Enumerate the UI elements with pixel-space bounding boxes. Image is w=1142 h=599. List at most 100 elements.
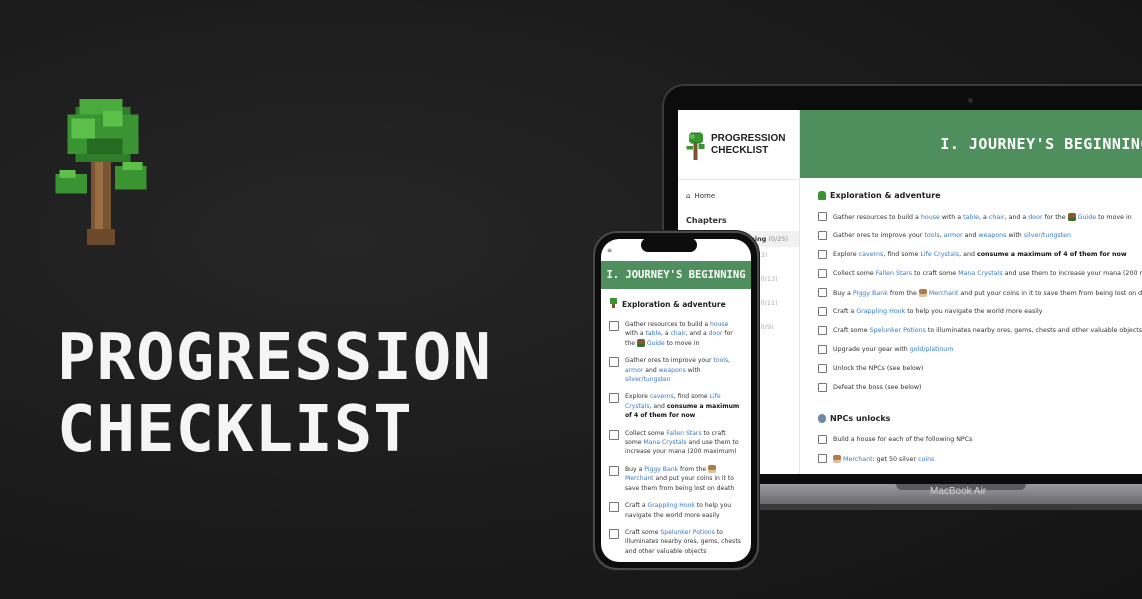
item-link[interactable]: tools <box>924 232 939 239</box>
checkbox[interactable] <box>818 250 827 259</box>
item-content: Gather ores to improve your tools, armor… <box>625 356 743 384</box>
item-text: Craft some <box>833 327 870 334</box>
item-content: Gather resources to build a house with a… <box>833 212 1132 221</box>
item-link[interactable]: Merchant <box>843 456 873 463</box>
item-link[interactable]: coins <box>918 456 934 463</box>
item-link[interactable]: silver/tungsten <box>1024 232 1071 239</box>
item-link[interactable]: silver/tungsten <box>625 376 671 383</box>
checkbox[interactable] <box>818 345 827 354</box>
checkbox[interactable] <box>818 269 827 278</box>
item-text: with a <box>625 330 646 338</box>
checkbox[interactable] <box>818 364 827 373</box>
checkbox[interactable] <box>818 288 827 297</box>
merchant-npc-icon <box>708 464 717 473</box>
phone-section-title: Exploration & adventure <box>601 289 751 316</box>
sidebar-item-home[interactable]: ⌂ Home <box>678 180 799 212</box>
checklist-item: Collect some Fallen Stars to craft some … <box>800 264 1142 283</box>
item-content: Gather ores to improve your tools, armor… <box>833 232 1071 239</box>
item-link[interactable]: door <box>709 330 723 337</box>
item-link[interactable]: Spelunker Potions <box>870 327 926 334</box>
item-link[interactable]: table <box>646 330 661 337</box>
item-link[interactable]: Mana Crystals <box>644 439 687 446</box>
checkbox[interactable] <box>609 502 619 513</box>
item-link[interactable]: weapons <box>978 232 1006 239</box>
item-link[interactable]: door <box>1028 214 1042 221</box>
item-text: Upgrade your gear with <box>833 346 910 353</box>
item-text: for the <box>1042 213 1068 221</box>
item-link[interactable]: armor <box>944 232 963 239</box>
item-link[interactable]: Merchant <box>625 475 654 482</box>
item-text: Gather resources to build a <box>625 321 711 328</box>
item-link[interactable]: caverns <box>650 393 674 400</box>
checkbox[interactable] <box>818 231 827 240</box>
menu-icon[interactable]: ≡ <box>607 247 612 254</box>
checkbox[interactable] <box>818 307 827 316</box>
item-link[interactable]: chair <box>989 214 1005 221</box>
item-text: to craft some <box>912 270 959 277</box>
checkbox[interactable] <box>818 212 827 221</box>
item-content: Build a house for each of the following … <box>833 436 972 443</box>
item-text: Gather ores to improve your <box>625 357 714 365</box>
item-text: with <box>685 366 701 374</box>
item-link[interactable]: Fallen Stars <box>666 430 701 437</box>
item-text: Gather resources to build a <box>833 213 921 221</box>
checklist-item: Buy a Piggy Bank from the Merchant and p… <box>601 461 751 497</box>
page-title: I. JOURNEY'S BEGINNING <box>800 110 1142 178</box>
guide-npc-icon <box>1067 212 1076 221</box>
item-link[interactable]: Fallen Stars <box>876 270 912 277</box>
item-link[interactable]: table <box>963 214 979 221</box>
checkbox[interactable] <box>609 357 619 368</box>
item-link[interactable]: weapons <box>659 367 686 374</box>
checklist-sections: Exploration & adventure Gather resources … <box>800 178 1142 468</box>
checkbox[interactable] <box>609 393 619 404</box>
checkbox[interactable] <box>609 321 619 331</box>
checkbox[interactable] <box>818 435 827 444</box>
checkbox[interactable] <box>818 326 827 335</box>
checkbox[interactable] <box>609 465 619 476</box>
item-content: Gather resources to build a house with a… <box>625 320 743 348</box>
item-link[interactable]: Guide <box>1078 214 1097 221</box>
item-text: Defeat the boss (see below) <box>833 384 922 391</box>
item-link[interactable]: gold/platinum <box>910 346 954 353</box>
item-text: from the <box>678 465 709 473</box>
item-content: Buy a Piggy Bank from the Merchant and p… <box>625 464 743 493</box>
checkbox[interactable] <box>818 383 827 392</box>
checkbox[interactable] <box>818 454 827 463</box>
item-link[interactable]: caverns <box>859 251 884 258</box>
item-link[interactable]: Mana Crystals <box>958 270 1003 277</box>
chapter-count: (0/25) <box>768 235 789 243</box>
item-link[interactable]: Piggy Bank <box>644 466 678 473</box>
item-text: and put your coins in it to save them fr… <box>958 289 1142 297</box>
item-text: Explore <box>625 393 650 401</box>
item-link[interactable]: Guide <box>647 340 665 347</box>
item-text: Build a house for each of the following … <box>833 436 973 443</box>
chapter-count: (0/11) <box>758 299 778 307</box>
item-link[interactable]: chair <box>671 330 686 337</box>
item-link[interactable]: Merchant <box>929 290 959 297</box>
checkbox[interactable] <box>609 429 619 440</box>
item-link[interactable]: Piggy Bank <box>853 290 888 297</box>
item-content: Craft some Spelunker Potions to illumina… <box>833 327 1142 334</box>
item-text: , find some <box>673 393 710 401</box>
checklist-item: Explore caverns, find some Life Crystals… <box>601 388 751 424</box>
item-link[interactable]: tools <box>713 357 728 364</box>
checklist-item: Build a house for each of the following … <box>800 430 1142 449</box>
item-text: to illuminates nearby ores, gems, chests… <box>925 327 1142 334</box>
laptop-model-label: MacBook Air <box>930 486 987 497</box>
tree-logo-small-icon <box>686 131 705 160</box>
merchant-npc-icon <box>918 288 927 297</box>
item-link[interactable]: house <box>921 214 940 221</box>
sidebar-brand[interactable]: PROGRESSION CHECKLIST <box>678 110 799 180</box>
hero-title-line2: CHECKLIST <box>57 393 413 467</box>
checkbox[interactable] <box>609 528 619 539</box>
item-link[interactable]: house <box>710 321 728 328</box>
item-link[interactable]: armor <box>625 367 643 374</box>
item-link[interactable]: Grappling Hook <box>856 308 905 315</box>
item-link[interactable]: Spelunker Potions <box>660 529 714 536</box>
item-link[interactable]: Grappling Hook <box>648 502 695 509</box>
item-content: Defeat the boss (see below) <box>833 384 921 391</box>
item-content: Unlock the NPCs (see below) <box>833 365 923 372</box>
item-text: to move in <box>1096 213 1132 221</box>
item-link[interactable]: Life Crystals <box>920 251 959 258</box>
item-text: , and a <box>1004 213 1029 221</box>
